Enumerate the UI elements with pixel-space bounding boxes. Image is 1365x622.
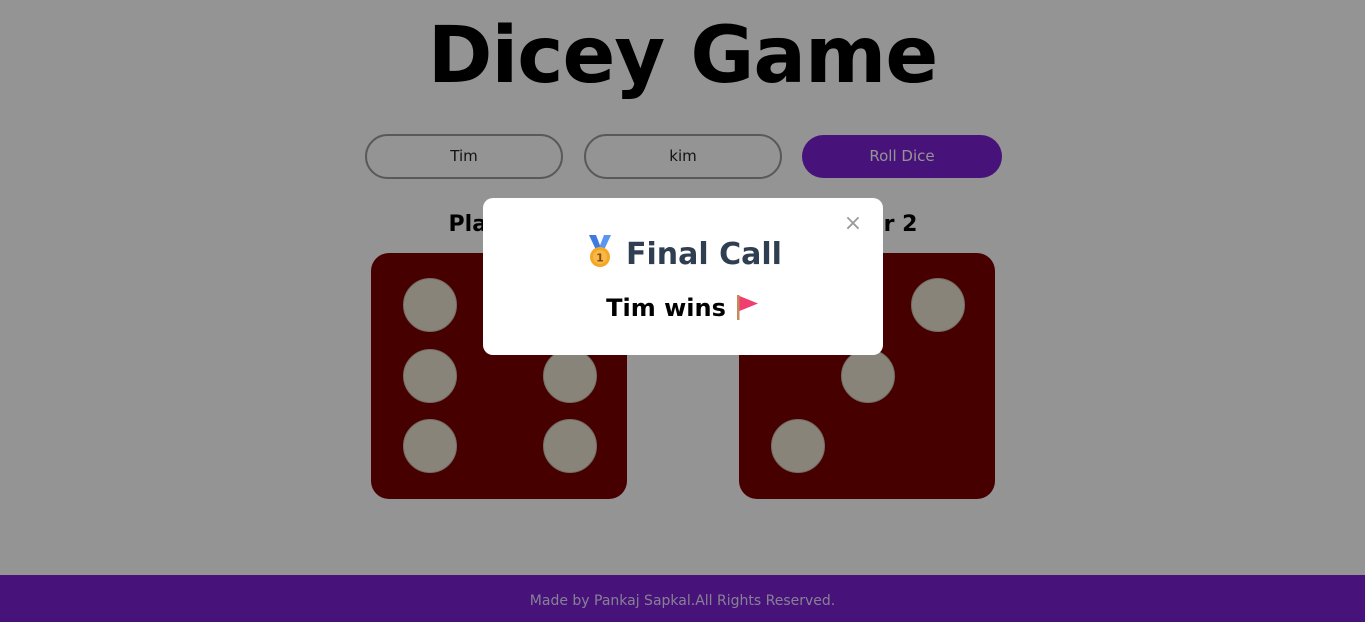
medal-icon: 1	[584, 234, 616, 268]
modal-message: Tim wins	[483, 292, 883, 324]
result-modal: × 1 Final Call Tim wins	[483, 198, 883, 355]
modal-title-text: Final Call	[626, 237, 782, 272]
flag-icon	[734, 293, 760, 321]
modal-message-text: Tim wins	[606, 294, 726, 322]
svg-text:1: 1	[596, 252, 604, 265]
close-icon[interactable]: ×	[842, 212, 864, 236]
modal-title: 1 Final Call	[483, 234, 883, 275]
